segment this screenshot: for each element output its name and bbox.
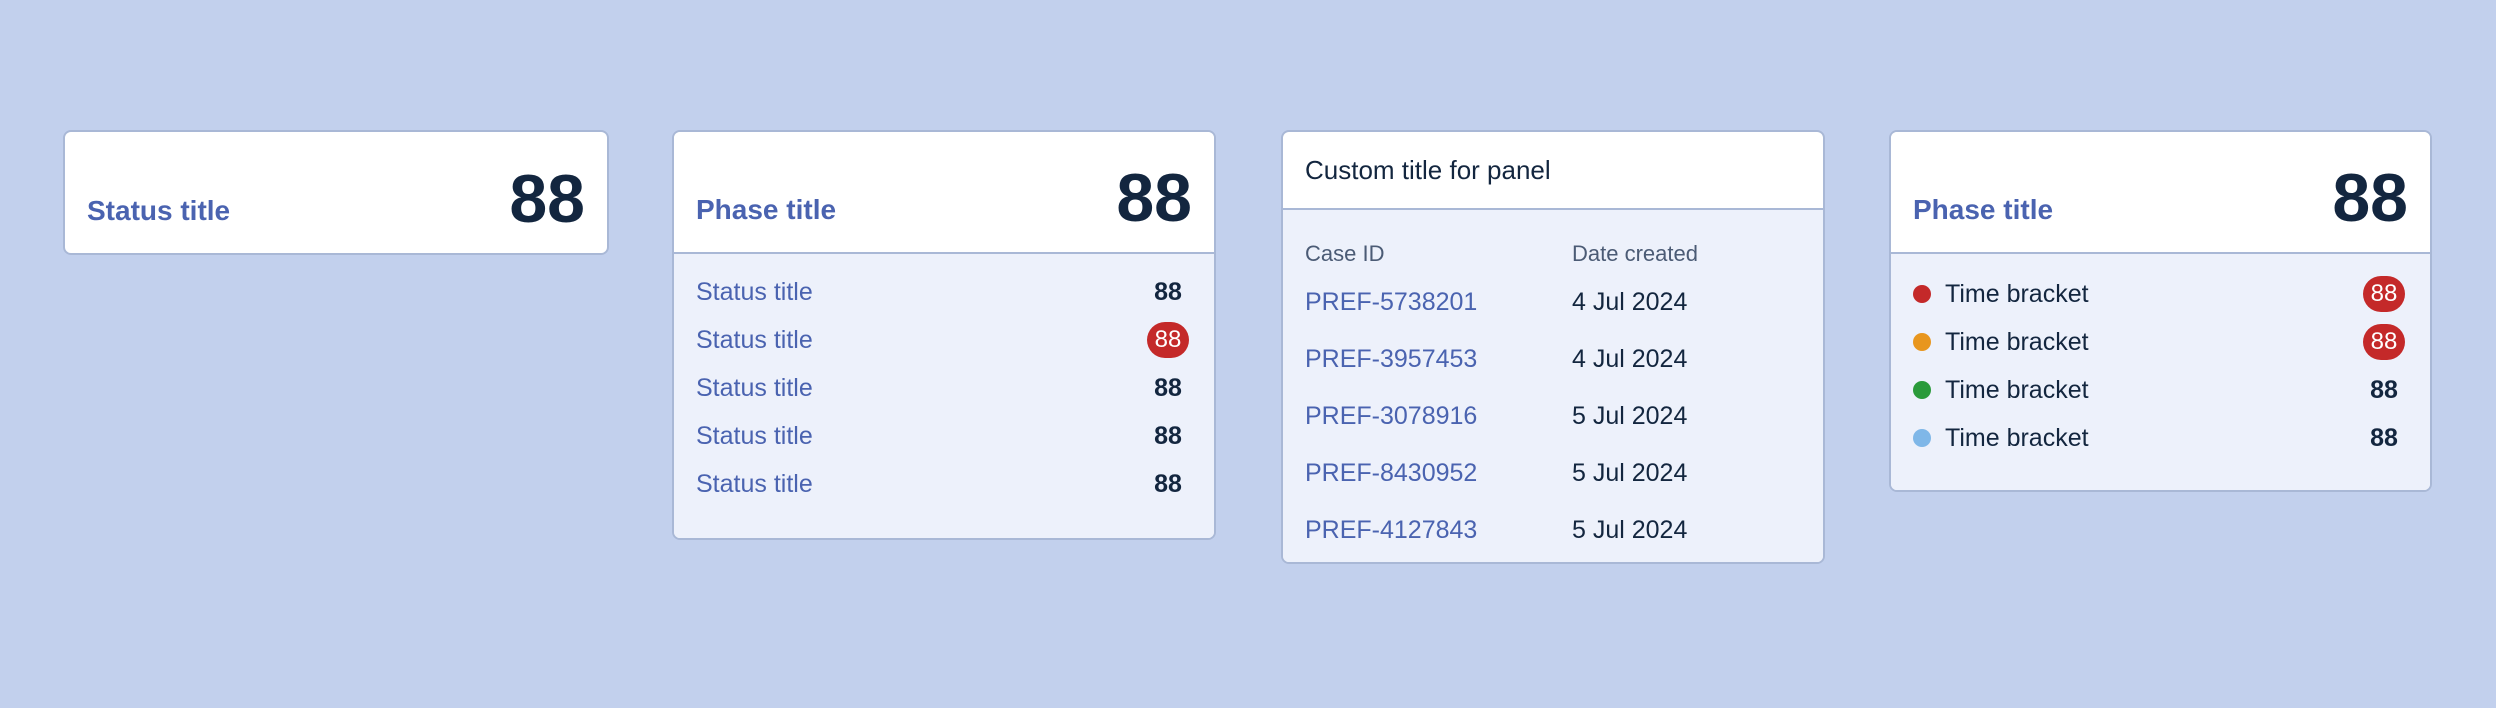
status-count: 88	[509, 161, 585, 237]
date-created-cell: 4 Jul 2024	[1572, 345, 1688, 373]
panel-header: Custom title for panel	[1283, 132, 1823, 210]
table-row: PREF-3078916 5 Jul 2024	[1305, 388, 1801, 445]
time-bracket-label: Time bracket	[1945, 279, 2089, 308]
status-list: Status title 88 Status title 88 Status t…	[674, 254, 1214, 538]
table-header: Case ID Date created	[1305, 234, 1801, 274]
status-title-link[interactable]: Status title	[87, 197, 230, 225]
time-bracket-row: Time bracket 88	[1913, 270, 2408, 318]
orange-status-dot-icon	[1913, 333, 1931, 351]
phase-count: 88	[2332, 160, 2408, 236]
panel-header: Phase title 88	[674, 132, 1214, 254]
time-bracket-list: Time bracket 88 Time bracket 88 Time bra…	[1891, 254, 2430, 490]
status-row-count: 88	[1154, 277, 1182, 306]
time-bracket-label-group: Time bracket	[1913, 328, 2089, 357]
time-bracket-count-wrapper: 88	[2360, 324, 2408, 360]
date-created-cell: 5 Jul 2024	[1572, 516, 1688, 544]
case-id-link[interactable]: PREF-3957453	[1305, 345, 1572, 374]
blue-status-dot-icon	[1913, 429, 1931, 447]
date-created-cell: 5 Jul 2024	[1572, 459, 1688, 487]
table-row: PREF-4127843 5 Jul 2024	[1305, 502, 1801, 559]
status-row-link[interactable]: Status title	[696, 422, 813, 451]
date-created-cell: 4 Jul 2024	[1572, 288, 1688, 316]
time-bracket-row: Time bracket 88	[1913, 366, 2408, 414]
case-id-link[interactable]: PREF-5738201	[1305, 288, 1572, 317]
table-row: PREF-8430952 5 Jul 2024	[1305, 445, 1801, 502]
time-bracket-label: Time bracket	[1945, 423, 2089, 452]
status-row-link[interactable]: Status title	[696, 374, 813, 403]
status-summary-panel: Status title 88	[63, 130, 609, 255]
status-row: Status title 88	[696, 316, 1192, 364]
panel-header: Status title 88	[65, 132, 607, 253]
status-row-count: 88	[1154, 421, 1182, 450]
time-bracket-count: 88	[2370, 375, 2398, 404]
case-id-link[interactable]: PREF-4127843	[1305, 516, 1572, 545]
status-row-count: 88	[1154, 469, 1182, 498]
phase-status-panel: Phase title 88 Status title 88 Status ti…	[672, 130, 1216, 540]
status-row-count-wrapper: 88	[1144, 322, 1192, 358]
status-row-count: 88	[1154, 373, 1182, 402]
column-header-case-id: Case ID	[1305, 241, 1385, 266]
time-bracket-label: Time bracket	[1945, 327, 2089, 356]
status-row-link[interactable]: Status title	[696, 326, 813, 355]
custom-case-panel: Custom title for panel Case ID Date crea…	[1281, 130, 1825, 564]
status-row-link[interactable]: Status title	[696, 470, 813, 499]
status-row: Status title 88	[696, 412, 1192, 460]
phase-time-panel: Phase title 88 Time bracket 88 Time brac…	[1889, 130, 2432, 492]
alert-count-badge: 88	[1146, 322, 1190, 358]
red-status-dot-icon	[1913, 285, 1931, 303]
panel-header: Phase title 88	[1891, 132, 2430, 254]
phase-count: 88	[1116, 160, 1192, 236]
table-row: PREF-3957453 4 Jul 2024	[1305, 331, 1801, 388]
time-bracket-label-group: Time bracket	[1913, 424, 2089, 453]
time-bracket-count: 88	[2370, 423, 2398, 452]
time-bracket-count-wrapper: 88	[2360, 276, 2408, 312]
phase-title-link[interactable]: Phase title	[1913, 196, 2053, 224]
case-table: Case ID Date created PREF-5738201 4 Jul …	[1283, 210, 1823, 562]
alert-count-badge: 88	[2362, 324, 2406, 360]
case-id-link[interactable]: PREF-3078916	[1305, 402, 1572, 431]
time-bracket-row: Time bracket 88	[1913, 414, 2408, 462]
phase-title-link[interactable]: Phase title	[696, 196, 836, 224]
table-row: PREF-5738201 4 Jul 2024	[1305, 274, 1801, 331]
time-bracket-label-group: Time bracket	[1913, 280, 2089, 309]
time-bracket-row: Time bracket 88	[1913, 318, 2408, 366]
status-row: Status title 88	[696, 268, 1192, 316]
time-bracket-label-group: Time bracket	[1913, 376, 2089, 405]
time-bracket-label: Time bracket	[1945, 375, 2089, 404]
status-row-link[interactable]: Status title	[696, 278, 813, 307]
green-status-dot-icon	[1913, 381, 1931, 399]
date-created-cell: 5 Jul 2024	[1572, 402, 1688, 430]
status-row: Status title 88	[696, 364, 1192, 412]
alert-count-badge: 88	[2362, 276, 2406, 312]
panel-title: Custom title for panel	[1305, 154, 1551, 185]
status-row: Status title 88	[696, 460, 1192, 508]
case-id-link[interactable]: PREF-8430952	[1305, 459, 1572, 488]
column-header-date-created: Date created	[1572, 241, 1698, 266]
